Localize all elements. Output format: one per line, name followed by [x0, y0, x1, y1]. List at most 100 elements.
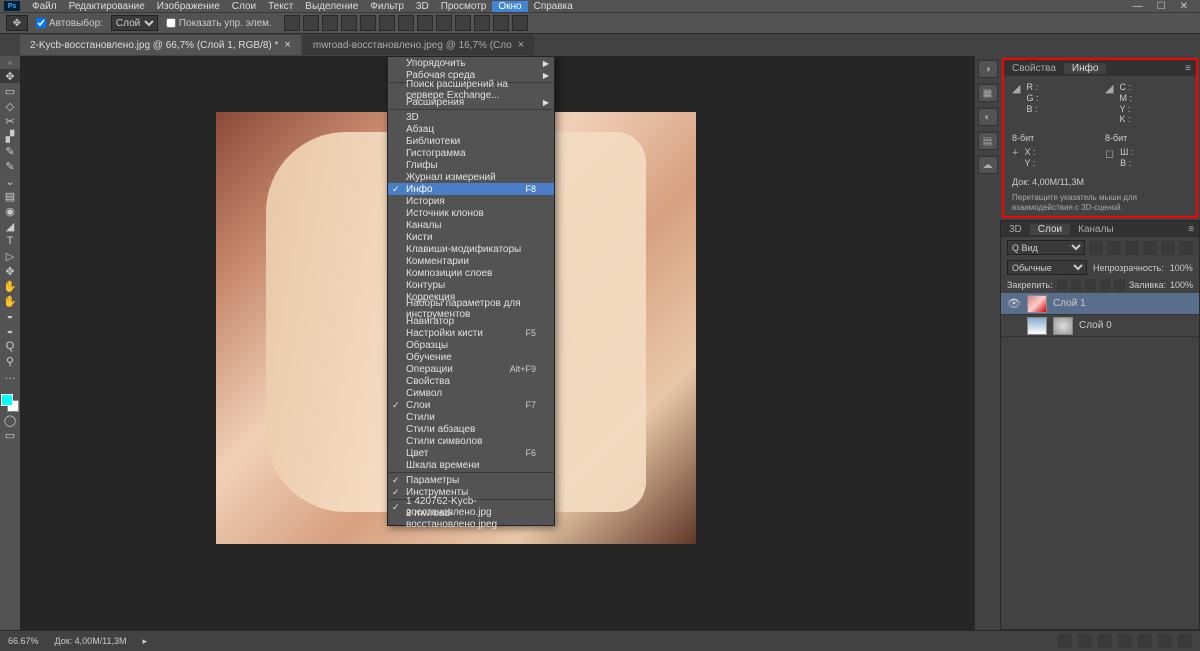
tool-4[interactable]: ▞ — [0, 129, 20, 143]
tool-13[interactable]: ✥ — [0, 264, 20, 278]
tool-17[interactable]: ◒ — [0, 324, 20, 338]
collapse-icon[interactable]: » — [0, 58, 20, 68]
menu-item-композиции-слоев[interactable]: Композиции слоев — [388, 267, 554, 279]
color-swatches[interactable] — [1, 394, 19, 412]
lock-artboard-icon[interactable] — [1114, 279, 1124, 291]
close-button[interactable]: ✕ — [1180, 1, 1188, 12]
menu-редактирование[interactable]: Редактирование — [63, 1, 151, 12]
blend-mode-dropdown[interactable]: Обычные — [1007, 260, 1087, 275]
distribute-icon[interactable] — [398, 15, 414, 31]
menu-item-символ[interactable]: Символ — [388, 387, 554, 399]
menu-item-навигатор[interactable]: Навигатор — [388, 315, 554, 327]
close-tab-icon[interactable]: × — [518, 39, 524, 51]
tool-18[interactable]: Q — [0, 339, 20, 353]
adjustments-panel-icon[interactable]: ◐ — [978, 108, 998, 126]
menu-item-источник-клонов[interactable]: Источник клонов — [388, 207, 554, 219]
close-tab-icon[interactable]: × — [284, 39, 290, 51]
layer-row[interactable]: 👁Слой 1 — [1001, 293, 1199, 315]
tool-2[interactable]: ◇ — [0, 99, 20, 113]
tool-11[interactable]: T — [0, 234, 20, 248]
align-icon[interactable] — [379, 15, 395, 31]
more-icon[interactable] — [455, 15, 471, 31]
menu-item-стили[interactable]: Стили — [388, 411, 554, 423]
autoselect-checkbox[interactable]: Автовыбор: — [36, 18, 103, 29]
menu-item-глифы[interactable]: Глифы — [388, 159, 554, 171]
lock-pixels-icon[interactable] — [1057, 279, 1067, 291]
panel-menu-icon[interactable]: ≡ — [1180, 63, 1196, 74]
lock-position-icon[interactable] — [1071, 279, 1081, 291]
filter-icon[interactable] — [1143, 241, 1157, 255]
tool-8[interactable]: ▤ — [0, 189, 20, 203]
menu-item-комментарии[interactable]: Комментарии — [388, 255, 554, 267]
mode3d-icon[interactable] — [474, 15, 490, 31]
foreground-color-swatch[interactable] — [1, 394, 13, 406]
menu-item-обучение[interactable]: Обучение — [388, 351, 554, 363]
menu-окно[interactable]: Окно — [492, 1, 527, 12]
tool-14[interactable]: ✋ — [0, 279, 20, 293]
styles-panel-icon[interactable]: ▤ — [978, 132, 998, 150]
tool-1[interactable]: ▭ — [0, 84, 20, 98]
doc-size[interactable]: Док: 4,00M/11,3M — [55, 636, 127, 646]
tool-19[interactable]: ⚲ — [0, 354, 20, 368]
menu-item-3d[interactable]: 3D — [388, 111, 554, 123]
menu-item-поиск-расширений-на-сервере-exchange...[interactable]: Поиск расширений на сервере Exchange... — [388, 84, 554, 96]
menu-item-наборы-параметров-для-инструментов[interactable]: Наборы параметров для инструментов — [388, 303, 554, 315]
new-layer-icon[interactable] — [1158, 634, 1172, 648]
menu-item-упорядочить[interactable]: Упорядочить▶ — [388, 57, 554, 69]
color-panel-icon[interactable]: ◑ — [978, 60, 998, 78]
maximize-button[interactable]: ☐ — [1157, 1, 1166, 12]
menu-item-абзац[interactable]: Абзац — [388, 123, 554, 135]
layer-thumbnail[interactable] — [1027, 295, 1047, 313]
menu-item-стили-абзацев[interactable]: Стили абзацев — [388, 423, 554, 435]
tool-6[interactable]: ✎ — [0, 159, 20, 173]
trash-icon[interactable] — [1178, 634, 1192, 648]
menu-3d[interactable]: 3D — [410, 1, 435, 12]
mask-icon[interactable] — [1098, 634, 1112, 648]
menu-item-контуры[interactable]: Контуры — [388, 279, 554, 291]
menu-item-расширения[interactable]: Расширения▶ — [388, 96, 554, 108]
minimize-button[interactable]: — — [1133, 1, 1143, 12]
tool-20[interactable]: … — [0, 369, 20, 383]
distribute-icon[interactable] — [436, 15, 452, 31]
tool-9[interactable]: ◉ — [0, 204, 20, 218]
link-icon[interactable] — [1058, 634, 1072, 648]
tab-layers[interactable]: Слои — [1030, 224, 1070, 235]
distribute-icon[interactable] — [417, 15, 433, 31]
document-tab[interactable]: mwroad-восстановлено.jpeg @ 16,7% (Сло× — [303, 35, 534, 55]
fill-value[interactable]: 100% — [1170, 280, 1193, 290]
menu-item-инфо[interactable]: ✓ИнфоF8 — [388, 183, 554, 195]
libraries-panel-icon[interactable]: ☁ — [978, 156, 998, 174]
mode3d-icon[interactable] — [493, 15, 509, 31]
tool-7[interactable]: ⌄ — [0, 174, 20, 188]
menu-item-клавиши-модификаторы[interactable]: Клавиши-модификаторы — [388, 243, 554, 255]
canvas-area[interactable]: Упорядочить▶Рабочая среда▶Поиск расширен… — [20, 56, 974, 630]
zoom-level[interactable]: 66.67% — [8, 636, 39, 646]
align-icon[interactable] — [284, 15, 300, 31]
menu-item-параметры[interactable]: ✓Параметры — [388, 474, 554, 486]
show-controls-checkbox[interactable]: Показать упр. элем. — [166, 18, 272, 29]
chevron-right-icon[interactable]: ▸ — [143, 636, 148, 647]
menu-item-2-mwroad-восстановлено.jpeg[interactable]: 2 mwroad-восстановлено.jpeg — [388, 513, 554, 525]
menu-item-каналы[interactable]: Каналы — [388, 219, 554, 231]
menu-item-свойства[interactable]: Свойства — [388, 375, 554, 387]
panel-menu-icon[interactable]: ≡ — [1183, 224, 1199, 235]
filter-toggle-icon[interactable] — [1179, 241, 1193, 255]
menu-item-операции[interactable]: ОперацииAlt+F9 — [388, 363, 554, 375]
filter-icon[interactable] — [1161, 241, 1175, 255]
menu-item-библиотеки[interactable]: Библиотеки — [388, 135, 554, 147]
tab-channels[interactable]: Каналы — [1070, 224, 1122, 235]
tool-12[interactable]: ▷ — [0, 249, 20, 263]
tab-properties[interactable]: Свойства — [1004, 63, 1064, 74]
menu-item-настройки-кисти[interactable]: Настройки кистиF5 — [388, 327, 554, 339]
menu-item-история[interactable]: История — [388, 195, 554, 207]
filter-icon[interactable] — [1107, 241, 1121, 255]
align-icon[interactable] — [341, 15, 357, 31]
menu-item-гистограмма[interactable]: Гистограмма — [388, 147, 554, 159]
tool-15[interactable]: ✋ — [0, 294, 20, 308]
layer-name[interactable]: Слой 1 — [1053, 298, 1086, 309]
menu-item-образцы[interactable]: Образцы — [388, 339, 554, 351]
swatches-panel-icon[interactable]: ▦ — [978, 84, 998, 102]
menu-справка[interactable]: Справка — [528, 1, 579, 12]
layer-filter-dropdown[interactable]: Q Вид — [1007, 240, 1085, 255]
layer-thumbnail[interactable] — [1027, 317, 1047, 335]
